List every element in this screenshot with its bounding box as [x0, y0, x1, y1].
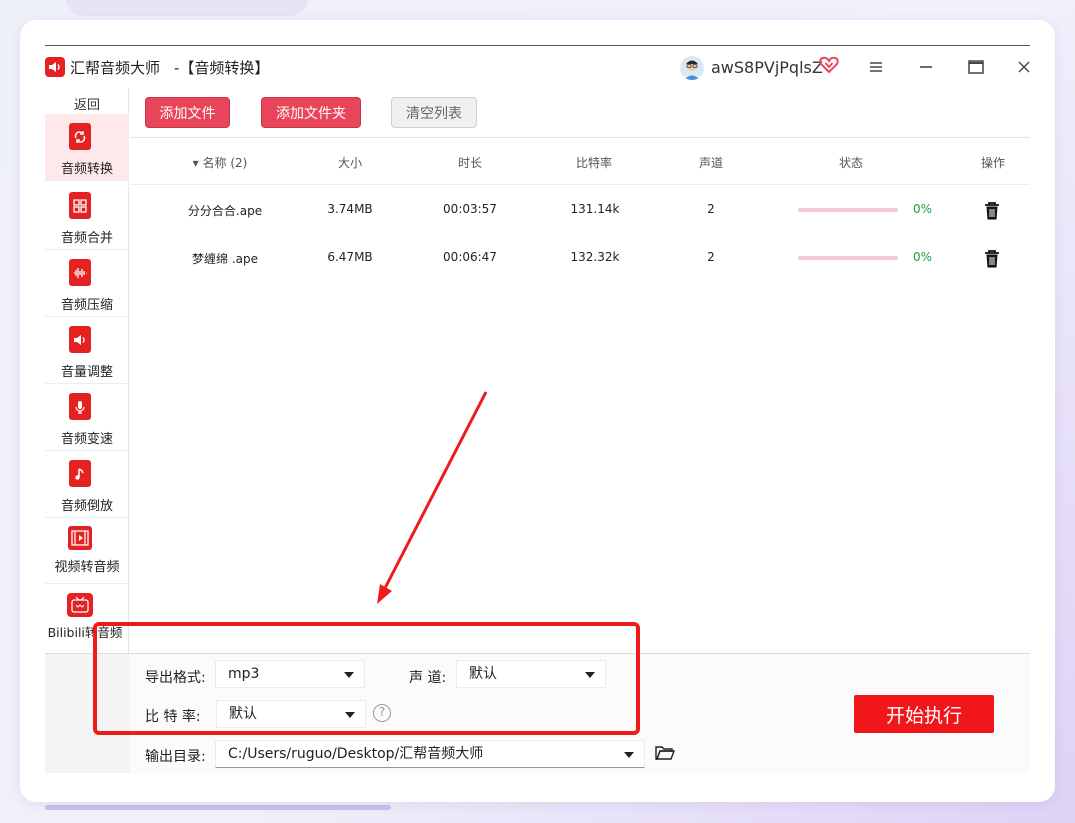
sidebar-item-audio-speed[interactable]: 音频变速 — [45, 384, 129, 451]
file-bitrate: 131.14k — [570, 202, 620, 216]
add-folder-button[interactable]: 添加文件夹 — [261, 97, 361, 128]
avatar[interactable] — [680, 56, 704, 80]
chevron-down-icon — [624, 752, 634, 758]
file-name: 分分合合.ape — [187, 204, 263, 218]
close-icon[interactable] — [1013, 56, 1035, 78]
sidebar-item-label: 音频转换 — [60, 162, 113, 177]
username[interactable]: awS8PVjPqlsZ — [711, 58, 823, 77]
column-header-name[interactable]: ▾ 名称 (2) — [175, 154, 265, 171]
sidebar-item-volume-adjust[interactable]: 音量调整 — [45, 317, 129, 384]
vip-heart-icon[interactable] — [819, 56, 839, 78]
sidebar-item-audio-convert[interactable]: 音频转换 — [45, 114, 129, 181]
film-strip-icon — [68, 526, 92, 550]
sidebar-item-audio-reverse[interactable]: 音频倒放 — [45, 451, 129, 518]
chevron-down-icon — [345, 712, 355, 718]
sidebar: 返回 音频转换 音频合并 音频压缩 音量调整 音频变速 音频倒放 视频转音频 B… — [45, 88, 129, 653]
background-decoration-bar — [45, 805, 391, 810]
column-header-status: 状态 — [838, 156, 863, 170]
file-duration: 00:06:47 — [443, 250, 497, 264]
settings-panel: 导出格式: mp3 声 道: 默认 比 特 率: 默认 ? 输出目录: C:/U… — [45, 653, 1030, 774]
minimize-icon[interactable] — [915, 56, 937, 78]
sidebar-item-label: 音量调整 — [60, 365, 113, 380]
bitrate-label: 比 特 率: — [145, 709, 201, 725]
add-file-button[interactable]: 添加文件 — [145, 97, 230, 128]
maximize-icon[interactable] — [965, 56, 987, 78]
column-header-actions: 操作 — [980, 156, 1005, 170]
volume-adjust-icon — [69, 326, 91, 353]
clear-list-button[interactable]: 清空列表 — [391, 97, 477, 128]
channel-value: 默认 — [469, 666, 497, 682]
sidebar-item-video-to-audio[interactable]: 视频转音频 — [45, 518, 129, 584]
file-duration: 00:03:57 — [443, 202, 497, 216]
file-table-header: ▾ 名称 (2) 大小 时长 比特率 声道 状态 操作 — [130, 139, 1030, 185]
channel-label: 声 道: — [409, 670, 447, 686]
file-bitrate: 132.32k — [570, 250, 620, 264]
sidebar-item-label: 音频倒放 — [60, 499, 113, 514]
speaker-logo-icon — [45, 57, 65, 77]
output-dir-select[interactable]: C:/Users/ruguo/Desktop/汇帮音频大师 — [215, 740, 645, 768]
toolbar: 添加文件 添加文件夹 清空列表 — [130, 88, 1030, 138]
settings-area: 导出格式: mp3 声 道: 默认 比 特 率: 默认 ? 输出目录: C:/U… — [130, 654, 1030, 774]
table-row[interactable]: 梦缠绵 .ape 6.47MB 00:06:47 132.32k 2 0% — [130, 234, 1030, 282]
progress-percent: 0% — [913, 202, 933, 216]
bitrate-select[interactable]: 默认 — [216, 700, 366, 728]
file-size: 6.47MB — [327, 250, 373, 264]
sidebar-item-label: 音频压缩 — [60, 298, 113, 313]
sidebar-item-label: Bilibili转音频 — [47, 625, 123, 640]
audio-compress-icon — [69, 259, 91, 286]
app-title: 汇帮音频大师 -【音频转换】 — [70, 57, 269, 78]
help-icon[interactable]: ? — [373, 704, 391, 722]
audio-merge-icon — [69, 192, 91, 219]
file-channels: 2 — [707, 202, 715, 216]
progress-percent: 0% — [913, 250, 933, 264]
title-bar: 汇帮音频大师 -【音频转换】 awS8PVjPqlsZ — [45, 46, 1030, 88]
progress-bar — [798, 208, 898, 212]
trash-icon[interactable] — [983, 201, 1001, 221]
sidebar-item-label: 音频合并 — [60, 231, 113, 246]
background-decoration — [66, 0, 308, 16]
app-window: 汇帮音频大师 -【音频转换】 awS8PVjPqlsZ 返回 音频转换 音频合并… — [45, 45, 1030, 775]
sidebar-item-audio-merge[interactable]: 音频合并 — [45, 183, 129, 250]
output-dir-value: C:/Users/ruguo/Desktop/汇帮音频大师 — [228, 746, 484, 762]
column-header-channels: 声道 — [698, 156, 723, 170]
page-title: -【音频转换】 — [174, 59, 270, 77]
music-note-icon — [69, 460, 91, 487]
output-dir-label: 输出目录: — [145, 749, 206, 765]
column-header-size: 大小 — [337, 156, 362, 170]
file-name: 梦缠绵 .ape — [192, 252, 258, 266]
sidebar-item-label: 音频变速 — [60, 432, 113, 447]
channel-select[interactable]: 默认 — [456, 660, 606, 688]
format-label: 导出格式: — [145, 670, 206, 686]
audio-convert-icon — [69, 123, 91, 150]
start-button[interactable]: 开始执行 — [854, 695, 994, 733]
file-channels: 2 — [707, 250, 715, 264]
column-header-bitrate: 比特率 — [575, 156, 612, 170]
tv-icon — [67, 593, 93, 617]
file-size: 3.74MB — [327, 202, 373, 216]
chevron-down-icon — [344, 672, 354, 678]
format-select[interactable]: mp3 — [215, 660, 365, 688]
sidebar-item-label: 视频转音频 — [54, 560, 120, 575]
column-header-duration: 时长 — [457, 156, 482, 170]
format-value: mp3 — [228, 666, 260, 682]
progress-bar — [798, 256, 898, 260]
microphone-icon — [69, 393, 91, 420]
menu-icon[interactable] — [865, 56, 887, 78]
folder-open-icon[interactable] — [655, 745, 676, 761]
table-row[interactable]: 分分合合.ape 3.74MB 00:03:57 131.14k 2 0% — [130, 186, 1030, 234]
app-name: 汇帮音频大师 — [70, 59, 161, 77]
bitrate-value: 默认 — [229, 706, 257, 722]
back-link[interactable]: 返回 — [45, 94, 129, 113]
sidebar-item-audio-compress[interactable]: 音频压缩 — [45, 250, 129, 317]
trash-icon[interactable] — [983, 249, 1001, 269]
chevron-down-icon — [585, 672, 595, 678]
sidebar-item-bilibili-to-audio[interactable]: Bilibili转音频 — [45, 585, 129, 653]
